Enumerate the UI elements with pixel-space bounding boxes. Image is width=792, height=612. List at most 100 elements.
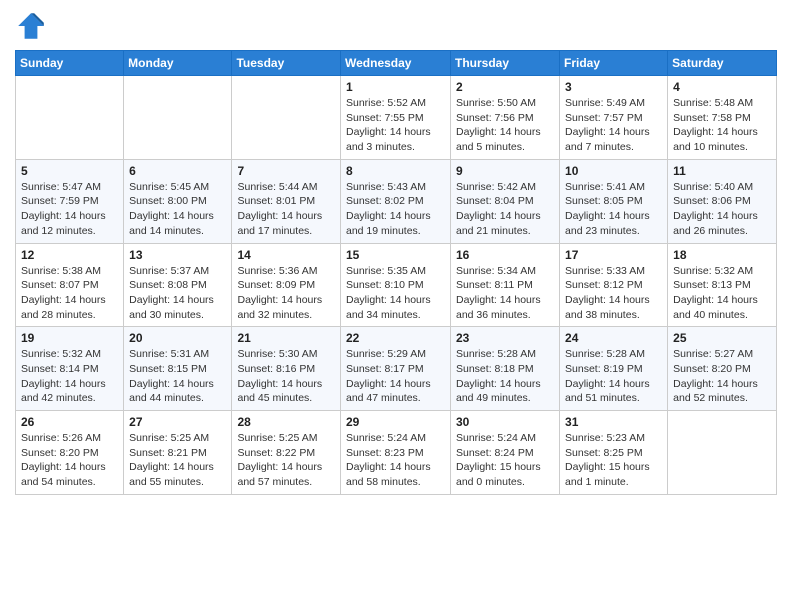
- day-number: 28: [237, 415, 335, 429]
- calendar-cell: 3 Sunrise: 5:49 AM Sunset: 7:57 PM Daylig…: [560, 76, 668, 160]
- calendar-cell: 27Sunrise: 5:25 AM Sunset: 8:21 PM Dayli…: [124, 411, 232, 495]
- day-info: Sunrise: 5:24 AM Sunset: 8:24 PM Dayligh…: [456, 431, 554, 490]
- calendar-cell: 18Sunrise: 5:32 AM Sunset: 8:13 PM Dayli…: [668, 243, 777, 327]
- day-number: 4: [673, 80, 771, 94]
- day-of-week-friday: Friday: [560, 51, 668, 76]
- day-info: Sunrise: 5:45 AM Sunset: 8:00 PM Dayligh…: [129, 180, 226, 239]
- day-number: 16: [456, 248, 554, 262]
- day-info: Sunrise: 5:23 AM Sunset: 8:25 PM Dayligh…: [565, 431, 662, 490]
- calendar-cell: [668, 411, 777, 495]
- logo: [15, 10, 51, 42]
- day-of-week-monday: Monday: [124, 51, 232, 76]
- logo-icon: [15, 10, 47, 42]
- day-number: 6: [129, 164, 226, 178]
- day-info: Sunrise: 5:35 AM Sunset: 8:10 PM Dayligh…: [346, 264, 445, 323]
- calendar-cell: 13 Sunrise: 5:37 AM Sunset: 8:08 PM Dayli…: [124, 243, 232, 327]
- day-info: Sunrise: 5:30 AM Sunset: 8:16 PM Dayligh…: [237, 347, 335, 406]
- day-info: Sunrise: 5:49 AM Sunset: 7:57 PM Dayligh…: [565, 96, 662, 155]
- calendar-table: SundayMondayTuesdayWednesdayThursdayFrid…: [15, 50, 777, 495]
- day-info: Sunrise: 5:37 AM Sunset: 8:08 PM Dayligh…: [129, 264, 226, 323]
- day-info: Sunrise: 5:25 AM Sunset: 8:22 PM Dayligh…: [237, 431, 335, 490]
- day-info: Sunrise: 5:32 AM Sunset: 8:14 PM Dayligh…: [21, 347, 118, 406]
- day-number: 13: [129, 248, 226, 262]
- calendar-cell: 20Sunrise: 5:31 AM Sunset: 8:15 PM Dayli…: [124, 327, 232, 411]
- day-info: Sunrise: 5:29 AM Sunset: 8:17 PM Dayligh…: [346, 347, 445, 406]
- calendar-cell: 30Sunrise: 5:24 AM Sunset: 8:24 PM Dayli…: [451, 411, 560, 495]
- day-of-week-tuesday: Tuesday: [232, 51, 341, 76]
- day-info: Sunrise: 5:43 AM Sunset: 8:02 PM Dayligh…: [346, 180, 445, 239]
- calendar-cell: 25 Sunrise: 5:27 AM Sunset: 8:20 PM Dayli…: [668, 327, 777, 411]
- calendar-cell: 10 Sunrise: 5:41 AM Sunset: 8:05 PM Dayli…: [560, 159, 668, 243]
- day-number: 3: [565, 80, 662, 94]
- calendar-week-2: 5 Sunrise: 5:47 AM Sunset: 7:59 PM Daylig…: [16, 159, 777, 243]
- calendar-cell: 21 Sunrise: 5:30 AM Sunset: 8:16 PM Dayli…: [232, 327, 341, 411]
- day-info: Sunrise: 5:42 AM Sunset: 8:04 PM Dayligh…: [456, 180, 554, 239]
- calendar-week-5: 26Sunrise: 5:26 AM Sunset: 8:20 PM Dayli…: [16, 411, 777, 495]
- day-number: 26: [21, 415, 118, 429]
- day-info: Sunrise: 5:24 AM Sunset: 8:23 PM Dayligh…: [346, 431, 445, 490]
- day-number: 8: [346, 164, 445, 178]
- calendar-cell: 28 Sunrise: 5:25 AM Sunset: 8:22 PM Dayli…: [232, 411, 341, 495]
- day-number: 25: [673, 331, 771, 345]
- day-number: 14: [237, 248, 335, 262]
- day-info: Sunrise: 5:33 AM Sunset: 8:12 PM Dayligh…: [565, 264, 662, 323]
- day-info: Sunrise: 5:40 AM Sunset: 8:06 PM Dayligh…: [673, 180, 771, 239]
- calendar-cell: 17 Sunrise: 5:33 AM Sunset: 8:12 PM Dayli…: [560, 243, 668, 327]
- calendar-week-1: 1 Sunrise: 5:52 AM Sunset: 7:55 PM Daylig…: [16, 76, 777, 160]
- day-number: 1: [346, 80, 445, 94]
- calendar-cell: 22 Sunrise: 5:29 AM Sunset: 8:17 PM Dayli…: [341, 327, 451, 411]
- calendar-cell: 7 Sunrise: 5:44 AM Sunset: 8:01 PM Daylig…: [232, 159, 341, 243]
- calendar-cell: 5 Sunrise: 5:47 AM Sunset: 7:59 PM Daylig…: [16, 159, 124, 243]
- day-number: 19: [21, 331, 118, 345]
- calendar-cell: 19 Sunrise: 5:32 AM Sunset: 8:14 PM Dayli…: [16, 327, 124, 411]
- day-number: 22: [346, 331, 445, 345]
- day-info: Sunrise: 5:38 AM Sunset: 8:07 PM Dayligh…: [21, 264, 118, 323]
- calendar-cell: 26Sunrise: 5:26 AM Sunset: 8:20 PM Dayli…: [16, 411, 124, 495]
- day-number: 21: [237, 331, 335, 345]
- calendar-cell: 31 Sunrise: 5:23 AM Sunset: 8:25 PM Dayli…: [560, 411, 668, 495]
- day-number: 17: [565, 248, 662, 262]
- day-number: 5: [21, 164, 118, 178]
- day-info: Sunrise: 5:52 AM Sunset: 7:55 PM Dayligh…: [346, 96, 445, 155]
- day-number: 29: [346, 415, 445, 429]
- calendar-cell: 9 Sunrise: 5:42 AM Sunset: 8:04 PM Daylig…: [451, 159, 560, 243]
- day-of-week-wednesday: Wednesday: [341, 51, 451, 76]
- calendar-cell: 15Sunrise: 5:35 AM Sunset: 8:10 PM Dayli…: [341, 243, 451, 327]
- day-number: 2: [456, 80, 554, 94]
- day-info: Sunrise: 5:47 AM Sunset: 7:59 PM Dayligh…: [21, 180, 118, 239]
- day-info: Sunrise: 5:36 AM Sunset: 8:09 PM Dayligh…: [237, 264, 335, 323]
- day-number: 11: [673, 164, 771, 178]
- day-info: Sunrise: 5:28 AM Sunset: 8:18 PM Dayligh…: [456, 347, 554, 406]
- day-info: Sunrise: 5:28 AM Sunset: 8:19 PM Dayligh…: [565, 347, 662, 406]
- calendar-cell: [232, 76, 341, 160]
- calendar-cell: 29 Sunrise: 5:24 AM Sunset: 8:23 PM Dayli…: [341, 411, 451, 495]
- day-number: 10: [565, 164, 662, 178]
- day-of-week-saturday: Saturday: [668, 51, 777, 76]
- day-of-week-thursday: Thursday: [451, 51, 560, 76]
- day-info: Sunrise: 5:50 AM Sunset: 7:56 PM Dayligh…: [456, 96, 554, 155]
- calendar-cell: 24 Sunrise: 5:28 AM Sunset: 8:19 PM Dayli…: [560, 327, 668, 411]
- day-info: Sunrise: 5:41 AM Sunset: 8:05 PM Dayligh…: [565, 180, 662, 239]
- calendar-cell: 11 Sunrise: 5:40 AM Sunset: 8:06 PM Dayli…: [668, 159, 777, 243]
- day-number: 12: [21, 248, 118, 262]
- day-info: Sunrise: 5:48 AM Sunset: 7:58 PM Dayligh…: [673, 96, 771, 155]
- calendar-cell: 8 Sunrise: 5:43 AM Sunset: 8:02 PM Daylig…: [341, 159, 451, 243]
- day-number: 18: [673, 248, 771, 262]
- day-info: Sunrise: 5:27 AM Sunset: 8:20 PM Dayligh…: [673, 347, 771, 406]
- day-number: 31: [565, 415, 662, 429]
- day-number: 7: [237, 164, 335, 178]
- day-info: Sunrise: 5:34 AM Sunset: 8:11 PM Dayligh…: [456, 264, 554, 323]
- day-info: Sunrise: 5:31 AM Sunset: 8:15 PM Dayligh…: [129, 347, 226, 406]
- calendar-cell: 4 Sunrise: 5:48 AM Sunset: 7:58 PM Daylig…: [668, 76, 777, 160]
- day-info: Sunrise: 5:44 AM Sunset: 8:01 PM Dayligh…: [237, 180, 335, 239]
- calendar-week-4: 19 Sunrise: 5:32 AM Sunset: 8:14 PM Dayli…: [16, 327, 777, 411]
- calendar-cell: [16, 76, 124, 160]
- calendar-cell: 2 Sunrise: 5:50 AM Sunset: 7:56 PM Daylig…: [451, 76, 560, 160]
- day-info: Sunrise: 5:25 AM Sunset: 8:21 PM Dayligh…: [129, 431, 226, 490]
- calendar-cell: 12 Sunrise: 5:38 AM Sunset: 8:07 PM Dayli…: [16, 243, 124, 327]
- day-number: 9: [456, 164, 554, 178]
- calendar-header-row: SundayMondayTuesdayWednesdayThursdayFrid…: [16, 51, 777, 76]
- day-of-week-sunday: Sunday: [16, 51, 124, 76]
- day-number: 24: [565, 331, 662, 345]
- day-number: 23: [456, 331, 554, 345]
